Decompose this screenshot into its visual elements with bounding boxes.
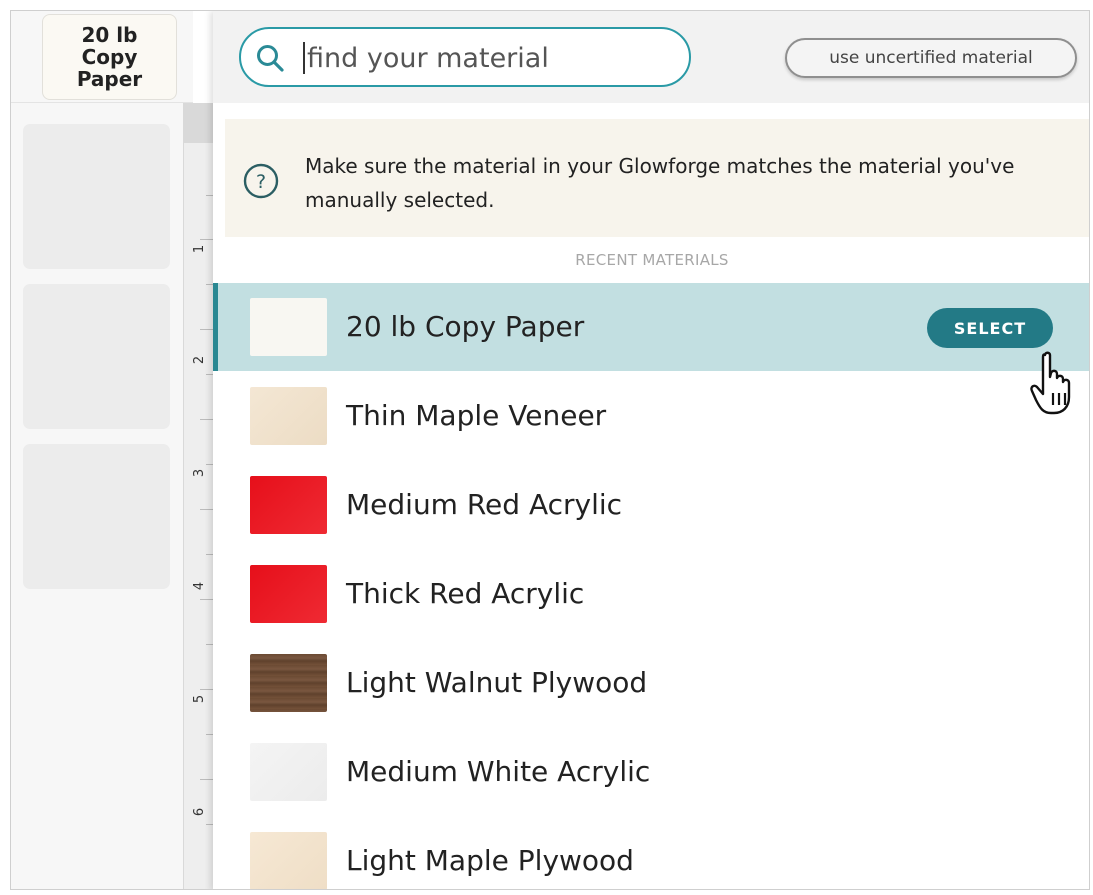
search-input[interactable] (305, 39, 669, 77)
ruler-tick (200, 329, 214, 330)
current-material-chip[interactable]: 20 lb Copy Paper (42, 14, 177, 100)
vertical-ruler: 1 2 3 4 5 6 (183, 103, 214, 889)
left-sidebar: 20 lb Copy Paper (11, 11, 193, 889)
svg-text:?: ? (256, 171, 266, 193)
placeholder-card (23, 124, 170, 269)
app-window: 20 lb Copy Paper 1 2 3 4 5 6 find your m… (10, 10, 1090, 890)
ruler-number: 3 (191, 468, 207, 478)
search-icon (257, 45, 284, 72)
material-swatch (250, 565, 327, 623)
divider (11, 102, 193, 103)
material-item[interactable]: Medium White Acrylic (213, 728, 1089, 816)
ruler-number: 5 (191, 694, 207, 704)
material-item[interactable]: Thin Maple Veneer (213, 372, 1089, 460)
material-swatch (250, 832, 327, 889)
material-item[interactable]: Thick Red Acrylic (213, 550, 1089, 638)
ruler-number: 1 (191, 244, 207, 254)
material-name: Thick Red Acrylic (346, 577, 585, 610)
material-name: Medium White Acrylic (346, 755, 651, 788)
ruler-tick (200, 239, 214, 240)
material-name: Medium Red Acrylic (346, 488, 623, 521)
ruler-tick (200, 779, 214, 780)
recent-materials-heading: RECENT MATERIALS (575, 251, 729, 269)
ruler-tick (200, 599, 214, 600)
search-box[interactable] (239, 27, 691, 87)
selection-accent (213, 283, 218, 371)
material-swatch (250, 387, 327, 445)
current-material-label: 20 lb Copy Paper (76, 23, 143, 91)
select-button[interactable]: SELECT (927, 308, 1053, 348)
material-name: Thin Maple Veneer (346, 399, 607, 432)
ruler-tick (200, 419, 214, 420)
material-swatch (250, 298, 327, 356)
ruler-tick (200, 509, 214, 510)
material-name: 20 lb Copy Paper (346, 310, 585, 343)
material-swatch (250, 476, 327, 534)
material-name: Light Maple Plywood (346, 844, 634, 877)
use-uncertified-material-button[interactable]: use uncertified material (785, 38, 1077, 78)
placeholder-card (23, 444, 170, 589)
info-notice: ? Make sure the material in your Glowfor… (225, 119, 1089, 237)
material-item[interactable]: Medium Red Acrylic (213, 461, 1089, 549)
material-swatch (250, 743, 327, 801)
ruler-top-shade (184, 103, 214, 143)
placeholder-card (23, 284, 170, 429)
question-circle-icon: ? (243, 163, 279, 199)
material-item[interactable]: Light Walnut Plywood (213, 639, 1089, 727)
material-name: Light Walnut Plywood (346, 666, 648, 699)
material-swatch (250, 654, 327, 712)
material-item[interactable]: Light Maple Plywood (213, 817, 1089, 889)
material-picker-popover: use uncertified material ? Make sure the… (213, 11, 1089, 889)
picker-header: use uncertified material (213, 11, 1089, 103)
ruler-number: 2 (191, 355, 207, 365)
ruler-number: 4 (191, 581, 207, 591)
ruler-number: 6 (191, 807, 207, 817)
material-item[interactable]: 20 lb Copy Paper SELECT (213, 283, 1089, 371)
ruler-tick (200, 689, 214, 690)
notice-text: Make sure the material in your Glowforge… (305, 154, 1015, 212)
hand-pointer-cursor-icon (1030, 351, 1071, 415)
